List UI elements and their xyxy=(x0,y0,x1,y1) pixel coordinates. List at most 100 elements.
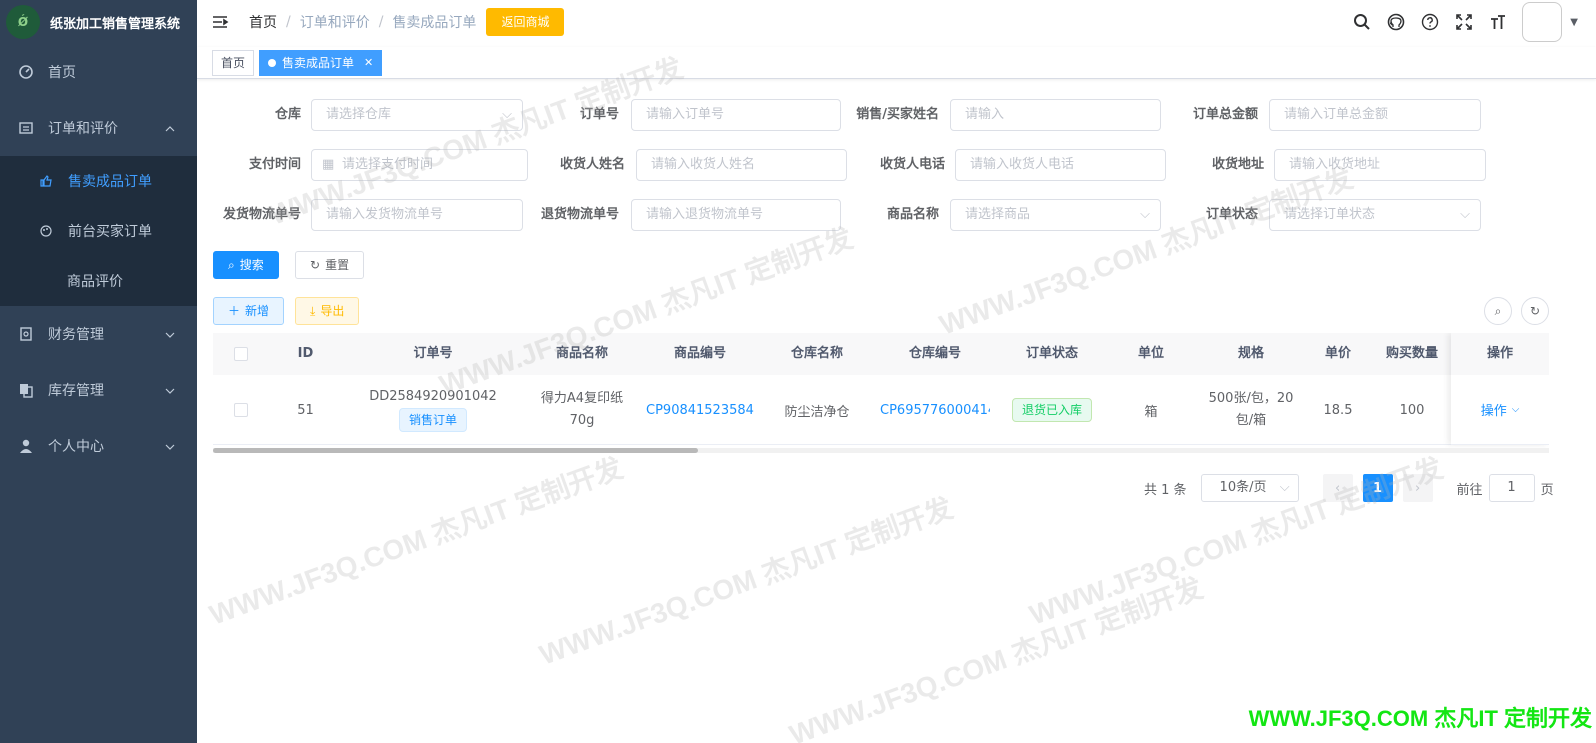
action-label: 操作 xyxy=(1480,404,1507,419)
download-icon: ⤓ xyxy=(310,304,316,318)
caret-down-icon[interactable]: ▼ xyxy=(1570,17,1578,28)
next-page-button[interactable]: › xyxy=(1402,474,1433,502)
receiver-phone-placeholder: 请输入收货人电话 xyxy=(970,157,1075,172)
sidebar-item-profile[interactable]: 个人中心 xyxy=(0,418,197,474)
cell-warehouse-code[interactable]: CP695776000414 xyxy=(875,375,995,445)
total-amount-input[interactable]: 请输入订单总金额 xyxy=(1269,99,1481,131)
ship-no-input[interactable]: 请输入发货物流单号 xyxy=(311,199,523,231)
cell-product-name: 得力A4复印纸 70g xyxy=(540,391,624,428)
column-header: 商品名称 xyxy=(555,346,608,361)
pay-time-picker[interactable]: ▦ 请选择支付时间 xyxy=(311,149,528,181)
table-row[interactable]: 51 DD2584920901042 销售订单 得力A4复印纸 70g CP90… xyxy=(213,375,1549,445)
receiver-phone-input[interactable]: 请输入收货人电话 xyxy=(955,149,1166,181)
user-icon xyxy=(18,438,34,454)
column-header: 商品编号 xyxy=(673,346,726,361)
finance-icon xyxy=(18,326,34,342)
calendar-icon: ▦ xyxy=(322,157,335,172)
buyer-name-input[interactable]: 请输入 xyxy=(950,99,1161,131)
warehouse-select[interactable]: 请选择仓库 ⌵ xyxy=(311,99,523,131)
chevron-down-icon: ⌵ xyxy=(1140,207,1150,222)
sidebar-item-label: 售卖成品订单 xyxy=(68,174,152,190)
avatar[interactable] xyxy=(1522,2,1563,42)
page-size-select[interactable]: 10条/页 ⌵ xyxy=(1200,474,1299,502)
search-icon[interactable] xyxy=(1352,12,1372,32)
refresh-table-button[interactable]: ↻ xyxy=(1521,297,1549,325)
list-icon xyxy=(18,120,34,136)
order-status-select[interactable]: 请选择订单状态 ⌵ xyxy=(1269,199,1481,231)
receiver-name-label: 收货人姓名 xyxy=(559,157,625,172)
total-amount-label: 订单总金额 xyxy=(1192,107,1258,122)
select-all-checkbox[interactable] xyxy=(213,333,268,375)
fixed-action-column: 操作 操作 ⌵ xyxy=(1451,333,1549,445)
add-button-label: 新增 xyxy=(245,304,270,318)
fullscreen-icon[interactable] xyxy=(1454,12,1474,32)
row-action-dropdown[interactable]: 操作 ⌵ xyxy=(1451,375,1549,445)
table-horizontal-scrollbar[interactable] xyxy=(213,448,1549,453)
order-type-badge: 销售订单 xyxy=(398,407,467,432)
sidebar: Ǿ 纸张加工销售管理系统 首页 订单和评价 售卖成品订单 前台买家订单 商品评价… xyxy=(0,0,197,743)
palette-icon xyxy=(38,223,54,239)
tag-current[interactable]: 售卖成品订单 ✕ xyxy=(259,49,383,76)
breadcrumb-separator: / xyxy=(286,14,291,30)
receiver-name-input[interactable]: 请输入收货人姓名 xyxy=(636,149,847,181)
github-icon[interactable] xyxy=(1386,12,1406,32)
font-size-icon[interactable] xyxy=(1488,12,1508,32)
order-no-input[interactable]: 请输入订单号 xyxy=(631,99,841,131)
sidebar-item-orders[interactable]: 订单和评价 xyxy=(0,100,197,156)
column-header: 仓库名称 xyxy=(790,346,843,361)
close-icon[interactable]: ✕ xyxy=(364,51,373,75)
sidebar-item-buyer-orders[interactable]: 前台买家订单 xyxy=(0,206,197,256)
return-no-input[interactable]: 请输入退货物流单号 xyxy=(631,199,841,231)
cell-product-code[interactable]: CP908415235842 xyxy=(641,375,759,445)
logo[interactable]: Ǿ 纸张加工销售管理系统 xyxy=(0,0,197,44)
page-suffix: 页 xyxy=(1540,482,1554,498)
chevron-down-icon: ⌵ xyxy=(1279,480,1290,495)
cell-order-no: DD2584920901042 销售订单 xyxy=(343,375,523,445)
product-select[interactable]: 请选择商品 ⌵ xyxy=(950,199,1161,231)
sidebar-item-inventory[interactable]: 库存管理 xyxy=(0,362,197,418)
warehouse-code-link[interactable]: CP695776000414 xyxy=(880,403,990,418)
search-button-label: 搜索 xyxy=(239,258,264,272)
sidebar-item-finance[interactable]: 财务管理 xyxy=(0,306,197,362)
app-title: 纸张加工销售管理系统 xyxy=(50,16,181,32)
prev-page-button[interactable]: ‹ xyxy=(1322,474,1353,502)
return-no-placeholder: 请输入退货物流单号 xyxy=(646,207,764,222)
goto-page-input[interactable]: 1 xyxy=(1488,474,1535,502)
scrollbar-thumb[interactable] xyxy=(213,448,698,453)
help-icon[interactable] xyxy=(1420,12,1440,32)
export-button[interactable]: ⤓ 导出 xyxy=(295,297,360,325)
back-to-shop-button[interactable]: 返回商城 xyxy=(486,8,565,36)
add-button[interactable]: ＋ 新增 xyxy=(213,297,285,325)
column-header: 购买数量 xyxy=(1385,346,1438,361)
watermark-text: WWW.JF3Q.COM 杰凡IT 定制开发 xyxy=(535,492,957,671)
sidebar-item-label: 商品评价 xyxy=(67,274,123,290)
breadcrumb-item-orders[interactable]: 订单和评价 xyxy=(300,12,370,32)
sidebar-item-reviews[interactable]: 商品评价 xyxy=(0,256,197,306)
page-number-current[interactable]: 1 xyxy=(1362,474,1393,502)
order-status-placeholder: 请选择订单状态 xyxy=(1284,207,1376,222)
hamburger-icon[interactable] xyxy=(211,13,229,31)
sidebar-item-product-orders[interactable]: 售卖成品订单 xyxy=(0,156,197,206)
search-button[interactable]: ⌕ 搜索 xyxy=(213,251,279,279)
product-placeholder: 请选择商品 xyxy=(965,207,1031,222)
sidebar-item-label: 个人中心 xyxy=(48,439,104,455)
breadcrumb-item-current: 售卖成品订单 xyxy=(392,15,477,31)
status-badge: 退货已入库 xyxy=(1011,398,1092,422)
sidebar-item-home[interactable]: 首页 xyxy=(0,44,197,100)
warehouse-label: 仓库 xyxy=(274,107,301,122)
toggle-search-button[interactable]: ⌕ xyxy=(1484,297,1512,325)
breadcrumb-item-home[interactable]: 首页 xyxy=(249,12,277,32)
search-icon: ⌕ xyxy=(1494,303,1502,318)
product-code-link[interactable]: CP908415235842 xyxy=(646,403,754,418)
row-checkbox[interactable] xyxy=(213,375,268,445)
tag-home[interactable]: 首页 xyxy=(212,49,255,76)
receiver-address-input[interactable]: 请输入收货地址 xyxy=(1274,149,1486,181)
reset-button[interactable]: ↻ 重置 xyxy=(295,251,365,279)
export-button-label: 导出 xyxy=(320,304,345,318)
column-header: 单价 xyxy=(1324,346,1351,361)
column-header: 规格 xyxy=(1237,346,1264,361)
active-dot-icon xyxy=(268,58,277,67)
logo-icon: Ǿ xyxy=(6,5,40,39)
column-header: 单位 xyxy=(1137,346,1164,361)
ship-no-placeholder: 请输入发货物流单号 xyxy=(326,207,444,222)
